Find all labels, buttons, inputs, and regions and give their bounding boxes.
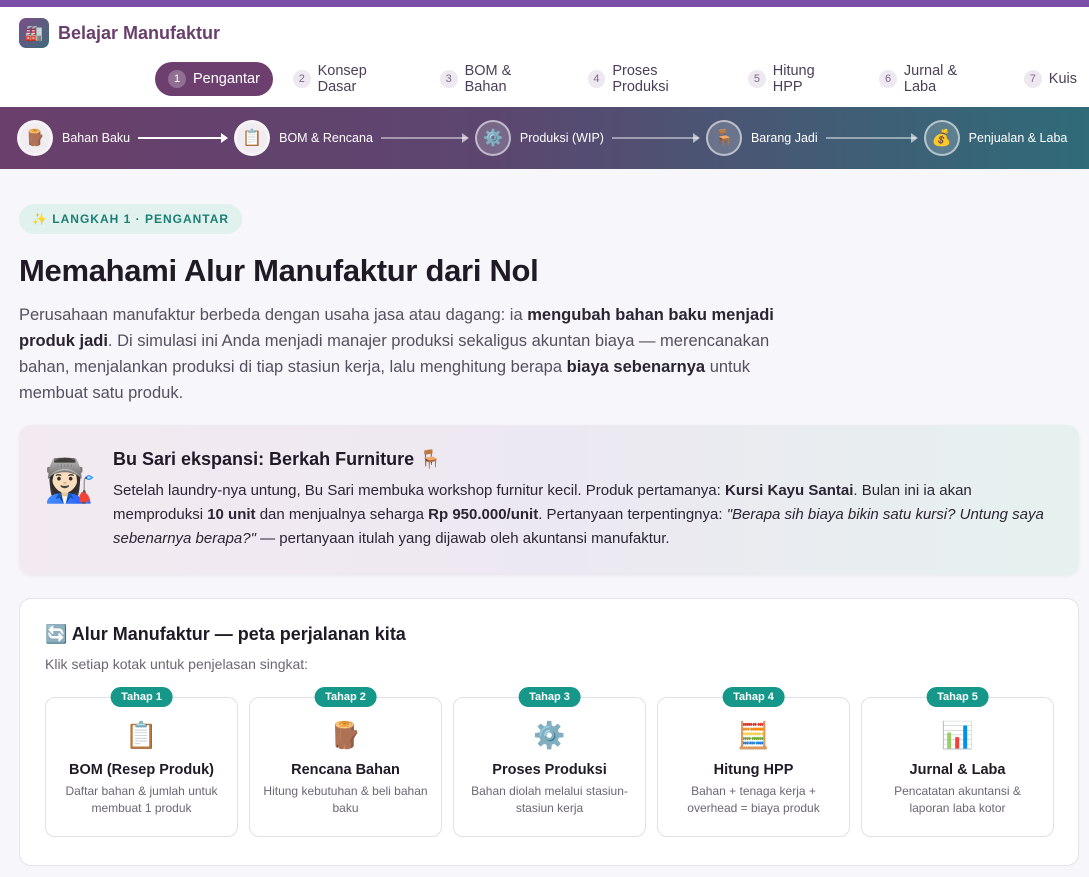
stage-badge: Tahap 5 (926, 687, 989, 707)
tab-number: 2 (292, 70, 311, 88)
wood-log-icon: 🪵 (329, 720, 362, 750)
stage-badge: Tahap 4 (722, 687, 785, 707)
tab-proses-produksi[interactable]: 4 Proses Produksi (576, 62, 728, 96)
stage-card-hitung-hpp[interactable]: Tahap 4 🧮 Hitung HPP Bahan + tenaga kerj… (657, 687, 850, 837)
flow-progress-bar: 🪵 Bahan Baku 📋 BOM & Rencana ⚙️ Produksi… (0, 107, 1089, 169)
stage-card-jurnal-laba[interactable]: Tahap 5 📊 Jurnal & Laba Pencatatan akunt… (861, 687, 1054, 837)
tab-label: Jurnal & Laba (903, 63, 958, 95)
tab-jurnal-laba[interactable]: 6 Jurnal & Laba (867, 62, 1004, 96)
story-title: Bu Sari ekspansi: Berkah Furniture 🪑 (113, 449, 442, 469)
flow-arrow (138, 133, 229, 143)
main-content: ✨ LANGKAH 1 · PENGANTAR Memahami Alur Ma… (0, 169, 1089, 406)
stage-card-rencana-bahan[interactable]: Tahap 2 🪵 Rencana Bahan Hitung kebutuhan… (249, 687, 442, 837)
stage-badge: Tahap 1 (110, 687, 173, 707)
flow-arrow (611, 133, 700, 143)
flow-arrow (825, 133, 918, 143)
stage-list: Tahap 1 📋 BOM (Resep Produk) Daftar baha… (45, 687, 1054, 837)
story-text: Setelah laundry-nya untung, Bu Sari memb… (113, 482, 1044, 547)
intro-bold: biaya sebenarnya (566, 358, 706, 376)
alur-subtitle: Klik setiap kotak untuk penjelasan singk… (45, 656, 309, 672)
flow-step-label: Penjualan & Laba (968, 131, 1068, 145)
stage-name: BOM (Resep Produk) (68, 762, 214, 778)
stage-name: Hitung HPP (713, 762, 794, 778)
flow-step-bahan-baku[interactable]: 🪵 Bahan Baku (17, 120, 130, 156)
bar-chart-icon: 📊 (941, 720, 974, 750)
flow-step-label: Produksi (WIP) (519, 131, 604, 145)
tab-number: 4 (587, 70, 606, 88)
stage-desc: Pencatatan akuntansi & laporan laba koto… (894, 784, 1021, 815)
chair-icon: 🪑 (705, 120, 742, 156)
tab-hitung-hpp[interactable]: 5 Hitung HPP (736, 62, 859, 96)
step-pill: ✨ LANGKAH 1 · PENGANTAR (19, 204, 243, 234)
tab-number: 3 (439, 70, 458, 88)
tab-konsep-dasar[interactable]: 2 Konsep Dasar (281, 62, 420, 96)
stage-name: Rencana Bahan (291, 762, 400, 778)
tab-number: 6 (879, 70, 897, 88)
clipboard-icon: 📋 (234, 120, 271, 156)
tab-number: 7 (1023, 70, 1042, 88)
stage-badge: Tahap 2 (314, 687, 377, 707)
tab-bom-bahan[interactable]: 3 BOM & Bahan (428, 62, 568, 96)
main-nav: 1 Pengantar 2 Konsep Dasar 3 BOM & Bahan… (155, 62, 1089, 96)
stage-name: Proses Produksi (492, 762, 607, 778)
alur-manufaktur-card: 🔄 Alur Manufaktur — peta perjalanan kita… (19, 598, 1079, 866)
factory-worker-avatar-icon: 👩🏻‍🏭 (44, 457, 97, 504)
gear-icon: ⚙️ (533, 720, 566, 750)
stage-desc: Daftar bahan & jumlah untuk membuat 1 pr… (65, 784, 218, 815)
stage-desc: Bahan diolah melalui stasiun-stasiun ker… (471, 784, 628, 815)
brand[interactable]: 🏭 Belajar Manufaktur (19, 18, 220, 48)
flow-arrow (380, 133, 469, 143)
clipboard-icon: 📋 (125, 720, 158, 750)
abacus-icon: 🧮 (737, 720, 770, 750)
money-bag-icon: 💰 (923, 120, 960, 156)
stage-badge: Tahap 3 (518, 687, 581, 707)
stage-card-bom[interactable]: Tahap 1 📋 BOM (Resep Produk) Daftar baha… (45, 687, 238, 837)
wood-log-icon: 🪵 (17, 120, 53, 156)
tab-number: 5 (748, 70, 766, 88)
tab-pengantar[interactable]: 1 Pengantar (155, 62, 273, 96)
flow-step-label: Barang Jadi (750, 131, 818, 145)
flow-step-label: BOM & Rencana (279, 131, 373, 145)
alur-title: 🔄 Alur Manufaktur — peta perjalanan kita (45, 624, 406, 644)
flow-step-penjualan-laba[interactable]: 💰 Penjualan & Laba (923, 120, 1068, 156)
tab-label: Pengantar (193, 71, 260, 87)
factory-icon: 🏭 (19, 18, 49, 48)
tab-label: Konsep Dasar (317, 63, 367, 95)
page-title: Memahami Alur Manufaktur dari Nol (19, 253, 539, 288)
app-header: 🏭 Belajar Manufaktur 1 Pengantar 2 Konse… (0, 7, 1089, 107)
flow-step-label: Bahan Baku (62, 131, 131, 145)
tab-label: Kuis (1048, 71, 1077, 87)
tab-label: Hitung HPP (772, 63, 815, 95)
story-card: 👩🏻‍🏭 Bu Sari ekspansi: Berkah Furniture … (19, 425, 1079, 575)
top-accent-line (0, 0, 1089, 7)
tab-label: Proses Produksi (612, 63, 669, 95)
stage-name: Jurnal & Laba (909, 762, 1006, 778)
intro-paragraph: Perusahaan manufaktur berbeda dengan usa… (19, 306, 774, 402)
stage-desc: Hitung kebutuhan & beli bahan baku (263, 784, 428, 815)
tab-number: 1 (168, 70, 186, 88)
flow-step-bom-rencana[interactable]: 📋 BOM & Rencana (234, 120, 373, 156)
stage-desc: Bahan + tenaga kerja + overhead = biaya … (687, 784, 820, 815)
brand-name: Belajar Manufaktur (58, 22, 221, 43)
flow-step-barang-jadi[interactable]: 🪑 Barang Jadi (705, 120, 818, 156)
gear-icon: ⚙️ (474, 120, 511, 156)
tab-kuis[interactable]: 7 Kuis (1012, 62, 1089, 96)
flow-step-produksi[interactable]: ⚙️ Produksi (WIP) (474, 120, 604, 156)
tab-label: BOM & Bahan (464, 63, 512, 95)
stage-card-proses-produksi[interactable]: Tahap 3 ⚙️ Proses Produksi Bahan diolah … (453, 687, 646, 837)
